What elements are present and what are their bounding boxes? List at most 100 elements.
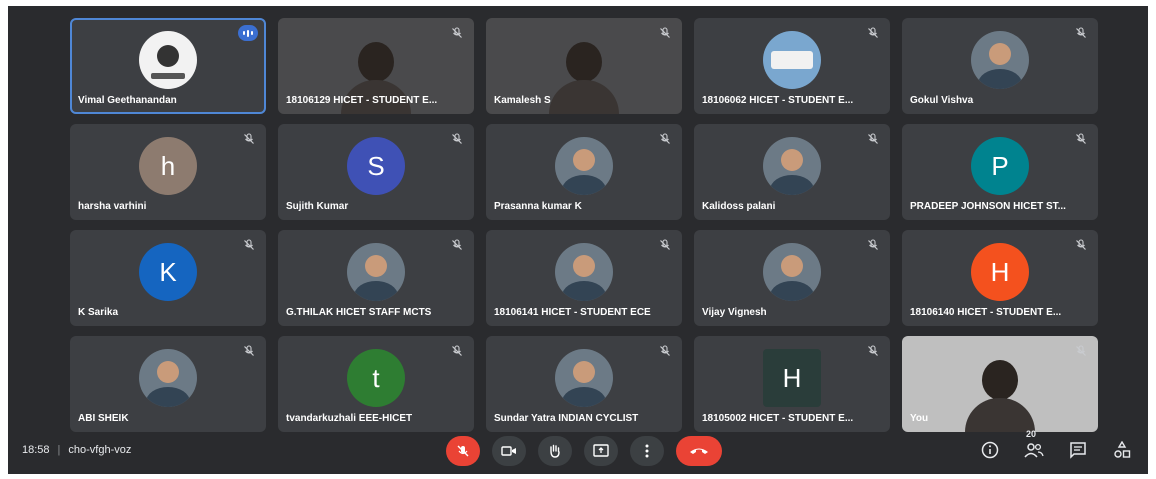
participant-tile[interactable]: Sundar Yatra INDIAN CYCLIST bbox=[486, 336, 682, 432]
camera-toggle-button[interactable] bbox=[492, 436, 526, 466]
avatar-initial: h bbox=[160, 150, 176, 181]
participant-name: Kalidoss palani bbox=[702, 201, 776, 212]
mic-muted-icon bbox=[242, 238, 256, 252]
mic-muted-icon bbox=[658, 26, 672, 40]
activities-icon bbox=[1114, 441, 1131, 458]
participant-avatar: S bbox=[347, 137, 405, 196]
bottom-bar: 18:58 | cho-vfgh-voz 20 bbox=[8, 429, 1148, 474]
mic-muted-icon bbox=[866, 344, 880, 358]
participant-name: Vijay Vignesh bbox=[702, 307, 767, 318]
participant-tile[interactable]: Vijay Vignesh bbox=[694, 230, 890, 326]
participant-name: Sujith Kumar bbox=[286, 201, 349, 212]
participant-tile[interactable]: H 18106140 HICET - STUDENT E... bbox=[902, 230, 1098, 326]
participant-avatar bbox=[763, 243, 821, 302]
participant-avatar bbox=[139, 349, 197, 408]
participant-name: K Sarika bbox=[78, 307, 119, 318]
participant-avatar: P bbox=[971, 137, 1029, 196]
participant-avatar bbox=[347, 243, 405, 302]
participant-tile[interactable]: H 18105002 HICET - STUDENT E... bbox=[694, 336, 890, 432]
participant-tile[interactable]: Vimal Geethanandan bbox=[70, 18, 266, 114]
participant-tile[interactable]: S Sujith Kumar bbox=[278, 124, 474, 220]
side-controls: 20 bbox=[978, 429, 1134, 462]
avatar-initial: K bbox=[159, 256, 177, 287]
participant-avatar: h bbox=[139, 137, 197, 196]
participant-name: You bbox=[910, 413, 929, 424]
participant-avatar bbox=[763, 137, 821, 196]
mic-muted-icon bbox=[1074, 238, 1088, 252]
participant-tile[interactable]: Kamalesh S bbox=[486, 18, 682, 114]
mic-muted-icon bbox=[658, 238, 672, 252]
more-options-button[interactable] bbox=[630, 436, 664, 466]
participant-name: Prasanna kumar K bbox=[494, 201, 582, 212]
participant-avatar bbox=[555, 243, 613, 302]
speaking-indicator-icon bbox=[238, 25, 258, 41]
participant-tile[interactable]: 18106062 HICET - STUDENT E... bbox=[694, 18, 890, 114]
participant-tile[interactable]: ABI SHEIK bbox=[70, 336, 266, 432]
chat-icon bbox=[1070, 442, 1086, 459]
participant-tile[interactable]: G.THILAK HICET STAFF MCTS bbox=[278, 230, 474, 326]
participant-tile[interactable]: h harsha varhini bbox=[70, 124, 266, 220]
participant-tile[interactable]: P PRADEEP JOHNSON HICET ST... bbox=[902, 124, 1098, 220]
participant-name: G.THILAK HICET STAFF MCTS bbox=[286, 307, 432, 318]
participant-avatar: H bbox=[763, 349, 821, 408]
chat-button[interactable] bbox=[1066, 438, 1090, 462]
avatar-initial: t bbox=[372, 362, 380, 393]
participant-name: 18106062 HICET - STUDENT E... bbox=[702, 95, 854, 106]
participant-avatar bbox=[971, 31, 1029, 90]
mic-muted-icon bbox=[242, 132, 256, 146]
hang-up-icon bbox=[690, 448, 708, 454]
participant-tile[interactable]: 18106129 HICET - STUDENT E... bbox=[278, 18, 474, 114]
meeting-time: 18:58 bbox=[22, 444, 50, 456]
mic-muted-icon bbox=[1074, 26, 1088, 40]
meeting-details-button[interactable] bbox=[978, 438, 1002, 462]
participant-count: 20 bbox=[1026, 429, 1037, 439]
people-button[interactable]: 20 bbox=[1022, 429, 1046, 462]
participant-name: PRADEEP JOHNSON HICET ST... bbox=[910, 201, 1066, 212]
avatar-initial: S bbox=[367, 150, 385, 181]
participant-tile[interactable]: Gokul Vishva bbox=[902, 18, 1098, 114]
mic-muted-icon bbox=[866, 26, 880, 40]
participant-tile[interactable]: Kalidoss palani bbox=[694, 124, 890, 220]
mic-muted-icon bbox=[658, 132, 672, 146]
info-icon bbox=[981, 441, 999, 459]
meeting-info: 18:58 | cho-vfgh-voz bbox=[22, 444, 131, 456]
participant-tile[interactable]: K K Sarika bbox=[70, 230, 266, 326]
meeting-code: cho-vfgh-voz bbox=[68, 444, 132, 456]
participant-name: Sundar Yatra INDIAN CYCLIST bbox=[494, 413, 639, 424]
raise-hand-button[interactable] bbox=[538, 436, 572, 466]
call-controls bbox=[446, 436, 722, 466]
participant-name: Gokul Vishva bbox=[910, 95, 974, 106]
participant-tile[interactable]: t tvandarkuzhali EEE-HICET bbox=[278, 336, 474, 432]
mic-muted-icon bbox=[450, 238, 464, 252]
participant-tile[interactable]: 18106141 HICET - STUDENT ECE bbox=[486, 230, 682, 326]
participant-name: 18105002 HICET - STUDENT E... bbox=[702, 413, 854, 424]
more-options-icon bbox=[645, 444, 649, 458]
participant-name: Kamalesh S bbox=[494, 95, 551, 106]
participant-avatar bbox=[139, 31, 197, 90]
raise-hand-icon bbox=[550, 444, 560, 458]
participant-name: 18106141 HICET - STUDENT ECE bbox=[494, 307, 651, 318]
meeting-info-separator: | bbox=[57, 444, 61, 456]
mic-toggle-button[interactable] bbox=[446, 436, 480, 466]
participant-avatar bbox=[763, 31, 821, 90]
participant-avatar: H bbox=[971, 243, 1029, 302]
mic-muted-icon bbox=[658, 344, 672, 358]
people-icon bbox=[1024, 443, 1044, 458]
leave-call-button[interactable] bbox=[676, 436, 722, 466]
present-screen-icon bbox=[593, 444, 609, 457]
participant-tile[interactable]: You bbox=[902, 336, 1098, 432]
participant-name: Vimal Geethanandan bbox=[78, 95, 177, 106]
mic-muted-icon bbox=[450, 26, 464, 40]
mic-muted-icon bbox=[1074, 132, 1088, 146]
participant-name: harsha varhini bbox=[78, 201, 147, 212]
avatar-initial: H bbox=[990, 256, 1010, 287]
participant-name: tvandarkuzhali EEE-HICET bbox=[286, 413, 413, 424]
present-screen-button[interactable] bbox=[584, 436, 618, 466]
avatar-initial: H bbox=[782, 362, 802, 393]
activities-button[interactable] bbox=[1110, 438, 1134, 462]
meet-window: Vimal Geethanandan 18106129 HICET - STUDE… bbox=[8, 6, 1148, 474]
mic-muted-icon bbox=[866, 132, 880, 146]
participant-tile[interactable]: Prasanna kumar K bbox=[486, 124, 682, 220]
mic-muted-icon bbox=[866, 238, 880, 252]
avatar-initial: P bbox=[991, 150, 1009, 181]
